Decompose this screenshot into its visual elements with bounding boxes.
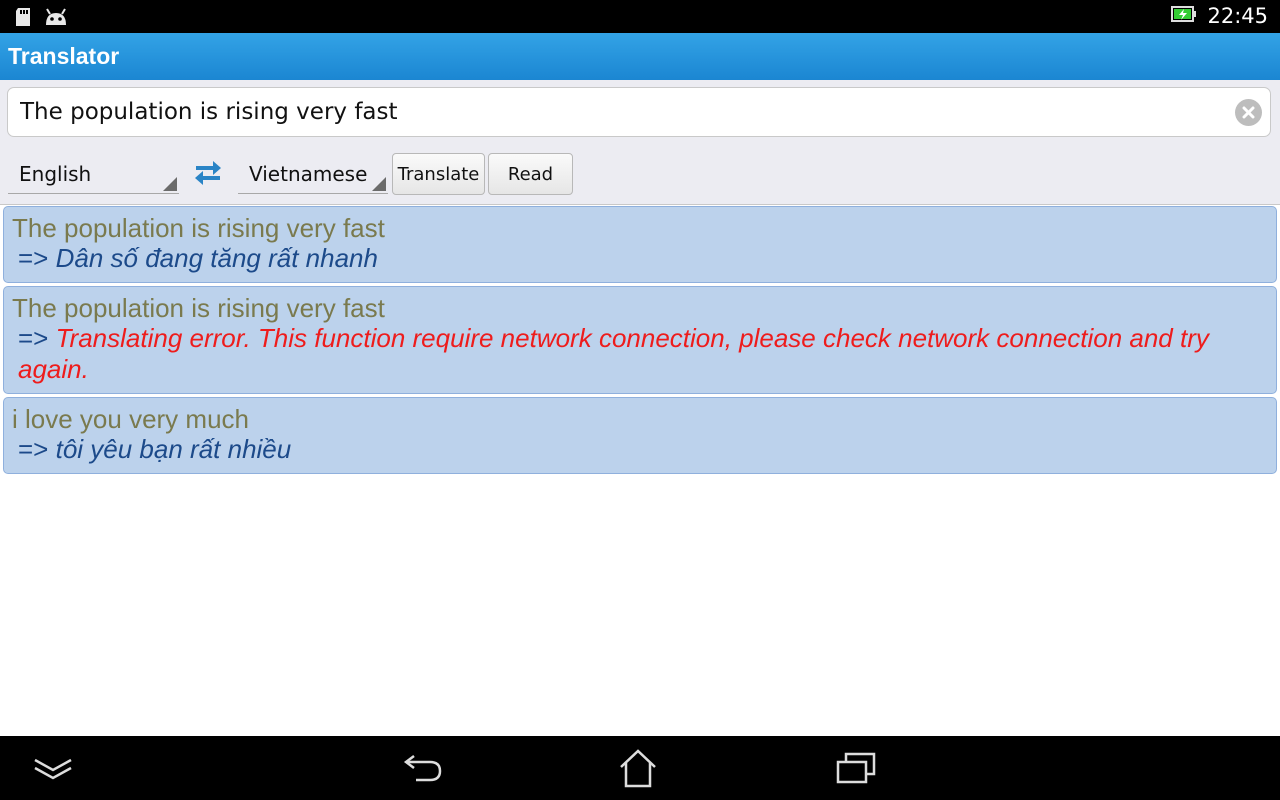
result-item[interactable]: i love you very much => tôi yêu bạn rất … — [3, 397, 1277, 474]
error-message: Translating error. This function require… — [18, 323, 1209, 384]
text-input-box — [7, 87, 1271, 137]
result-arrow: => — [18, 323, 49, 353]
navigation-bar — [0, 736, 1280, 800]
input-area — [0, 80, 1280, 146]
target-language-label: Vietnamese — [249, 162, 368, 186]
translate-button[interactable]: Translate — [392, 153, 485, 195]
translation-line: => tôi yêu bạn rất nhiều — [12, 434, 1268, 465]
source-text: i love you very much — [12, 404, 249, 434]
results-list: The population is rising very fast => Dâ… — [3, 206, 1277, 477]
translation-line: => Dân số đang tăng rất nhanh — [12, 243, 1268, 274]
text-input[interactable] — [20, 88, 1220, 136]
recent-apps-icon[interactable] — [834, 748, 878, 793]
source-language-spinner[interactable]: English — [8, 152, 179, 194]
back-icon[interactable] — [402, 748, 446, 793]
target-language-spinner[interactable]: Vietnamese — [238, 152, 388, 194]
source-text: The population is rising very fast — [12, 293, 385, 323]
translation-line: => Translating error. This function requ… — [12, 323, 1268, 385]
source-text: The population is rising very fast — [12, 213, 385, 243]
source-language-label: English — [19, 162, 92, 186]
sd-card-icon — [14, 7, 32, 32]
action-bar: Translator — [0, 33, 1280, 80]
result-arrow: => — [18, 434, 49, 464]
recent-apps-collapse-icon[interactable] — [32, 748, 74, 793]
result-arrow: => — [18, 243, 49, 273]
status-bar: 22:45 — [0, 0, 1280, 33]
app-title: Translator — [8, 43, 120, 69]
clock: 22:45 — [1207, 4, 1268, 28]
translation-text: tôi yêu bạn rất nhiều — [55, 434, 292, 464]
translation-text: Dân số đang tăng rất nhanh — [55, 243, 378, 273]
home-icon[interactable] — [617, 748, 659, 795]
result-item[interactable]: The population is rising very fast => Dâ… — [3, 206, 1277, 283]
read-button[interactable]: Read — [488, 153, 573, 195]
clear-icon[interactable] — [1235, 99, 1262, 126]
spinner-arrow-icon — [163, 177, 177, 191]
controls-row: English Vietnamese Translate Read — [0, 146, 1280, 205]
swap-languages-icon[interactable] — [193, 161, 223, 194]
spinner-arrow-icon — [372, 177, 386, 191]
battery-charging-icon — [1171, 5, 1197, 28]
android-icon — [44, 7, 68, 32]
result-item[interactable]: The population is rising very fast => Tr… — [3, 286, 1277, 394]
